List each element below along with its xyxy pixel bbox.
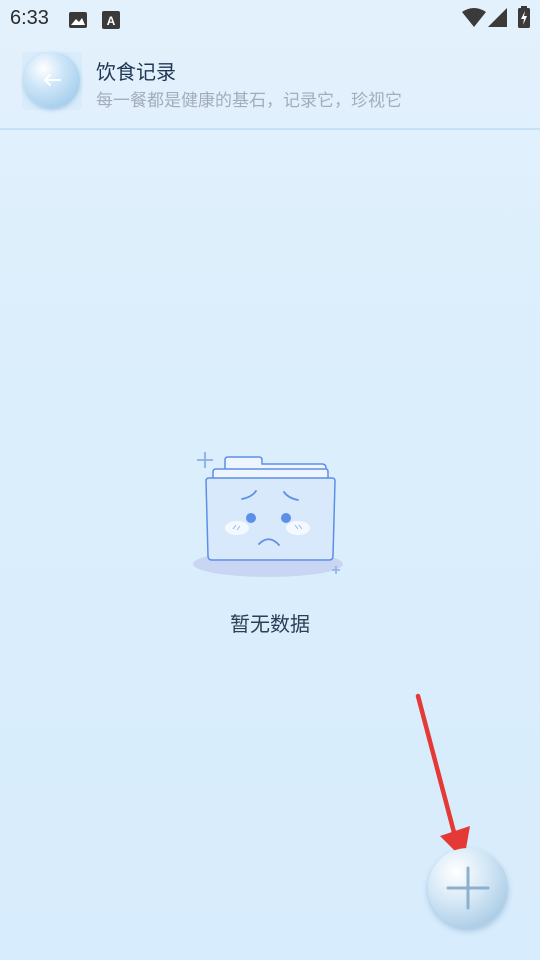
font-icon: A (102, 10, 120, 34)
empty-state: 暂无数据 (180, 450, 360, 640)
annotation-arrow-icon (415, 693, 470, 860)
empty-message: 暂无数据 (230, 612, 310, 636)
wifi-icon (462, 8, 486, 33)
svg-text:A: A (107, 14, 116, 28)
back-button-container (22, 52, 82, 110)
back-button[interactable] (24, 52, 80, 108)
plus-icon (446, 866, 490, 910)
page-subtitle: 每一餐都是健康的基石，记录它，珍视它 (96, 91, 402, 111)
battery-icon (518, 6, 530, 33)
status-time: 6:33 (10, 7, 49, 29)
add-record-button[interactable] (428, 848, 508, 928)
page-title: 饮食记录 (96, 60, 176, 84)
sad-folder-icon (193, 452, 343, 577)
arrow-left-icon (44, 74, 61, 86)
image-icon (68, 10, 88, 34)
signal-icon (488, 8, 508, 33)
status-bar: 6:33 A (0, 0, 540, 38)
header: 饮食记录 每一餐都是健康的基石，记录它，珍视它 (0, 40, 540, 130)
